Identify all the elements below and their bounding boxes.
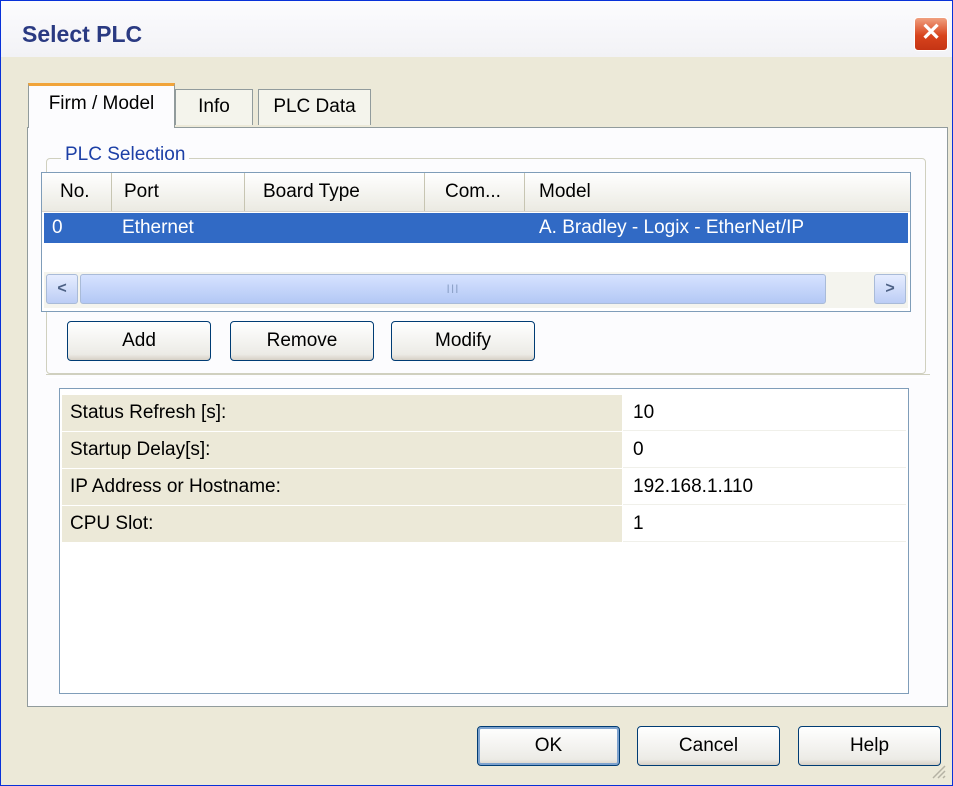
property-value-input[interactable]: 10: [623, 395, 906, 431]
property-name: Status Refresh [s]:: [62, 395, 622, 431]
scrollbar-grip: III: [446, 282, 460, 296]
cell-board-type: [245, 213, 425, 243]
close-icon: ✕: [920, 19, 942, 46]
window-title: Select PLC: [22, 21, 143, 47]
modify-button[interactable]: Modify: [391, 321, 535, 361]
cell-com: [425, 213, 525, 243]
property-row-cpu-slot[interactable]: CPU Slot: 1: [62, 506, 906, 543]
remove-button[interactable]: Remove: [230, 321, 374, 361]
resize-grip-icon[interactable]: [930, 763, 946, 779]
column-header-no[interactable]: No.: [42, 173, 112, 211]
scrollbar-thumb[interactable]: III: [80, 274, 826, 304]
column-header-com[interactable]: Com...: [425, 173, 525, 211]
property-name: CPU Slot:: [62, 506, 622, 542]
tab-plc-data[interactable]: PLC Data: [258, 89, 371, 125]
add-button[interactable]: Add: [67, 321, 211, 361]
list-header: No. Port Board Type Com... Model: [42, 173, 910, 212]
close-button[interactable]: ✕: [914, 17, 948, 51]
help-button[interactable]: Help: [798, 726, 941, 766]
column-header-board-type[interactable]: Board Type: [245, 173, 425, 211]
property-name: IP Address or Hostname:: [62, 469, 622, 505]
property-row-status-refresh[interactable]: Status Refresh [s]: 10: [62, 395, 906, 432]
plc-selection-label: PLC Selection: [61, 144, 190, 166]
property-row-ip-address[interactable]: IP Address or Hostname: 192.168.1.110: [62, 469, 906, 506]
tab-info[interactable]: Info: [175, 89, 253, 125]
cancel-button[interactable]: Cancel: [637, 726, 780, 766]
column-header-model[interactable]: Model: [525, 173, 910, 211]
plc-list[interactable]: No. Port Board Type Com... Model 0 Ether…: [41, 172, 911, 312]
cell-port: Ethernet: [122, 217, 194, 238]
title-bar[interactable]: Select PLC ✕: [1, 1, 952, 57]
cell-model: A. Bradley - Logix - EtherNet/IP: [539, 217, 805, 238]
column-header-port[interactable]: Port: [112, 173, 245, 211]
chevron-right-icon: >: [885, 280, 895, 297]
select-plc-dialog: Select PLC ✕ Firm / Model Info PLC Data …: [0, 0, 953, 786]
property-name: Startup Delay[s]:: [62, 432, 622, 468]
property-value-input[interactable]: 1: [623, 506, 906, 542]
cell-no: 0: [52, 217, 63, 238]
scroll-left-button[interactable]: <: [46, 274, 78, 304]
tab-firm-model[interactable]: Firm / Model: [28, 83, 175, 128]
ok-button[interactable]: OK: [477, 726, 620, 766]
property-value-input[interactable]: 0: [623, 432, 906, 468]
horizontal-scrollbar[interactable]: < III >: [44, 272, 908, 308]
property-grid: Status Refresh [s]: 10 Startup Delay[s]:…: [59, 388, 909, 694]
property-row-startup-delay[interactable]: Startup Delay[s]: 0: [62, 432, 906, 469]
property-value-input[interactable]: 192.168.1.110: [623, 469, 906, 505]
separator: [46, 374, 930, 378]
scroll-right-button[interactable]: >: [874, 274, 906, 304]
chevron-left-icon: <: [57, 280, 67, 297]
table-row[interactable]: 0 Ethernet A. Bradley - Logix - EtherNet…: [44, 213, 908, 243]
